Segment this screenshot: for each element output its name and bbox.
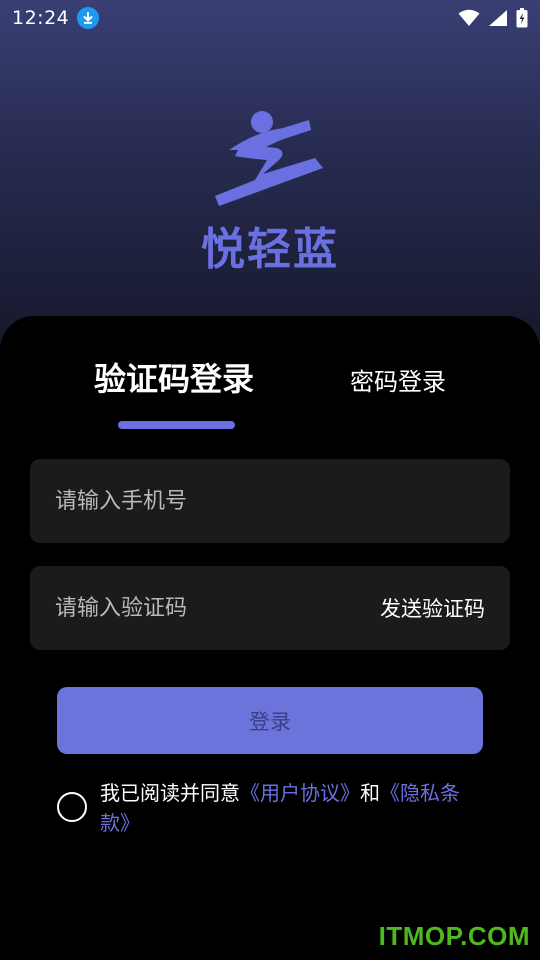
brand-name: 悦轻蓝 [201,224,339,275]
agreement-and: 和 [360,781,380,805]
tab-password-login[interactable]: 密码登录 [350,362,446,397]
agreement-checkbox[interactable] [57,792,87,822]
user-agreement-link[interactable]: 《用户协议》 [240,781,360,805]
send-code-button[interactable]: 发送验证码 [380,593,485,623]
wifi-icon [458,9,480,26]
status-bar: 12:24 [0,0,540,36]
download-icon [77,7,100,29]
agreement-prefix: 我已阅读并同意 [100,781,240,805]
status-icons [458,8,528,28]
signal-icon [489,10,507,26]
battery-icon [516,8,528,28]
site-watermark: ITMOP.COM [378,921,530,951]
code-input[interactable] [55,595,380,621]
app-logo [205,108,345,208]
tab-sms-login[interactable]: 验证码登录 [94,354,254,400]
status-time: 12:24 [12,7,70,29]
phone-input[interactable] [55,488,485,514]
active-tab-indicator [118,421,235,429]
code-field: 发送验证码 [30,566,510,650]
login-button[interactable]: 登录 [57,687,483,754]
agreement-text: 我已阅读并同意《用户协议》和《隐私条款》 [100,778,480,838]
phone-field [30,459,510,543]
